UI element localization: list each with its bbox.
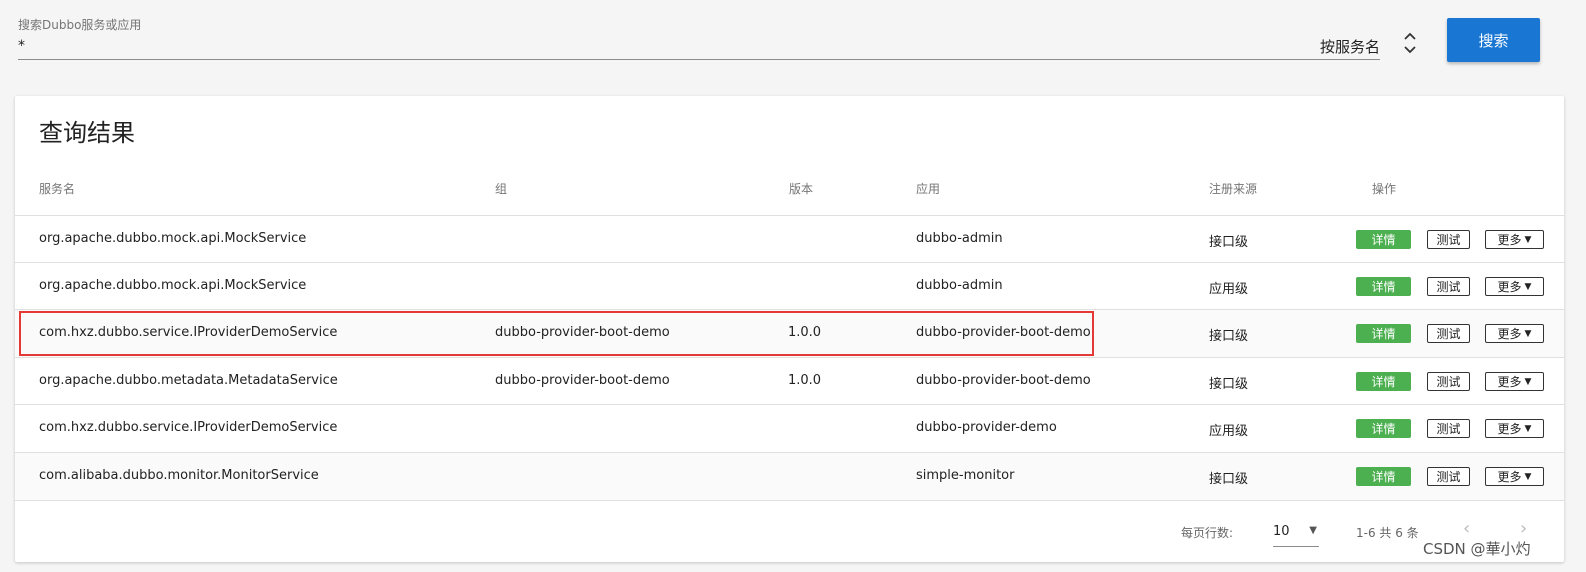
caret-down-icon: ▼ <box>1524 328 1532 339</box>
source-cell: 接口级 <box>1209 377 1249 392</box>
table-row: org.apache.dubbo.metadata.MetadataServic… <box>15 357 1564 405</box>
test-button[interactable]: 测试 <box>1427 467 1470 486</box>
more-button[interactable]: 更多 ▼ <box>1485 324 1544 343</box>
column-header-version: 版本 <box>789 182 814 196</box>
service-name-cell: org.apache.dubbo.mock.api.MockService <box>39 231 307 246</box>
source-cell: 接口级 <box>1209 235 1249 250</box>
service-name-cell: org.apache.dubbo.mock.api.MockService <box>39 278 307 293</box>
caret-down-icon: ▼ <box>1524 281 1532 292</box>
chevron-left-icon[interactable]: ‹ <box>1463 518 1470 539</box>
more-label: 更多 <box>1497 327 1522 341</box>
search-bar: 搜索Dubbo服务或应用 按服务名 <box>18 0 1380 62</box>
version-cell: 1.0.0 <box>788 373 822 388</box>
test-button[interactable]: 测试 <box>1427 372 1470 391</box>
column-header-service: 服务名 <box>39 182 76 196</box>
table-row: com.hxz.dubbo.service.IProviderDemoServi… <box>15 404 1564 452</box>
rows-per-page-label: 每页行数: <box>1181 526 1234 540</box>
source-cell: 接口级 <box>1209 329 1249 344</box>
app-cell: simple-monitor <box>916 468 1015 483</box>
app-cell: dubbo-provider-boot-demo <box>916 373 1091 388</box>
results-title: 查询结果 <box>39 119 135 147</box>
search-type-select[interactable]: 按服务名 <box>1320 36 1380 57</box>
more-button[interactable]: 更多 ▼ <box>1485 372 1544 391</box>
source-cell: 应用级 <box>1209 282 1249 297</box>
search-label: 搜索Dubbo服务或应用 <box>18 18 142 32</box>
table-row: org.apache.dubbo.mock.api.MockService du… <box>15 215 1564 263</box>
app-cell: dubbo-admin <box>916 278 1003 293</box>
service-name-cell: com.hxz.dubbo.service.IProviderDemoServi… <box>39 420 338 435</box>
rows-per-page-select[interactable]: 10 ▼ <box>1273 518 1319 547</box>
column-header-group: 组 <box>495 182 508 196</box>
source-cell: 应用级 <box>1209 424 1249 439</box>
test-button[interactable]: 测试 <box>1427 324 1470 343</box>
caret-down-icon: ▼ <box>1309 525 1317 536</box>
more-button[interactable]: 更多 ▼ <box>1485 230 1544 249</box>
table-footer: 每页行数: 10 ▼ 1-6 共 6 条 ‹ › <box>15 500 1564 563</box>
more-label: 更多 <box>1497 233 1522 247</box>
watermark: CSDN @華小灼 <box>1423 540 1531 558</box>
version-cell: 1.0.0 <box>788 325 822 340</box>
group-cell: dubbo-provider-boot-demo <box>495 373 670 388</box>
app-cell: dubbo-provider-demo <box>916 420 1057 435</box>
caret-down-icon: ▼ <box>1524 234 1532 245</box>
table-row: com.alibaba.dubbo.monitor.MonitorService… <box>15 452 1564 500</box>
detail-button[interactable]: 详情 <box>1356 372 1411 391</box>
detail-button[interactable]: 详情 <box>1356 419 1411 438</box>
detail-button[interactable]: 详情 <box>1356 277 1411 296</box>
column-header-source: 注册来源 <box>1209 182 1258 196</box>
sort-icon[interactable] <box>1402 30 1418 56</box>
group-cell: dubbo-provider-boot-demo <box>495 325 670 340</box>
table-row: org.apache.dubbo.mock.api.MockService du… <box>15 262 1564 310</box>
caret-down-icon: ▼ <box>1524 471 1532 482</box>
more-label: 更多 <box>1497 470 1522 484</box>
test-button[interactable]: 测试 <box>1427 230 1470 249</box>
app-cell: dubbo-provider-boot-demo <box>916 325 1091 340</box>
table-row: com.hxz.dubbo.service.IProviderDemoServi… <box>15 309 1564 357</box>
column-header-app: 应用 <box>916 182 941 196</box>
detail-button[interactable]: 详情 <box>1356 230 1411 249</box>
app-cell: dubbo-admin <box>916 231 1003 246</box>
results-card: 查询结果 服务名 组 版本 应用 注册来源 操作 org.apache.dubb… <box>15 96 1564 562</box>
caret-down-icon: ▼ <box>1524 423 1532 434</box>
chevron-right-icon[interactable]: › <box>1520 518 1527 539</box>
test-button[interactable]: 测试 <box>1427 419 1470 438</box>
search-button[interactable]: 搜索 <box>1447 18 1540 62</box>
more-label: 更多 <box>1497 280 1522 294</box>
detail-button[interactable]: 详情 <box>1356 324 1411 343</box>
pagination-range: 1-6 共 6 条 <box>1356 526 1419 540</box>
column-header-actions: 操作 <box>1372 182 1397 196</box>
caret-down-icon: ▼ <box>1524 376 1532 387</box>
detail-button[interactable]: 详情 <box>1356 467 1411 486</box>
more-button[interactable]: 更多 ▼ <box>1485 419 1544 438</box>
more-button[interactable]: 更多 ▼ <box>1485 277 1544 296</box>
rows-per-page-value: 10 <box>1273 524 1290 539</box>
service-name-cell: org.apache.dubbo.metadata.MetadataServic… <box>39 373 338 388</box>
more-label: 更多 <box>1497 375 1522 389</box>
service-name-cell: com.hxz.dubbo.service.IProviderDemoServi… <box>39 325 338 340</box>
more-button[interactable]: 更多 ▼ <box>1485 467 1544 486</box>
search-input[interactable] <box>18 33 1380 60</box>
service-name-cell: com.alibaba.dubbo.monitor.MonitorService <box>39 468 319 483</box>
source-cell: 接口级 <box>1209 472 1249 487</box>
more-label: 更多 <box>1497 422 1522 436</box>
test-button[interactable]: 测试 <box>1427 277 1470 296</box>
